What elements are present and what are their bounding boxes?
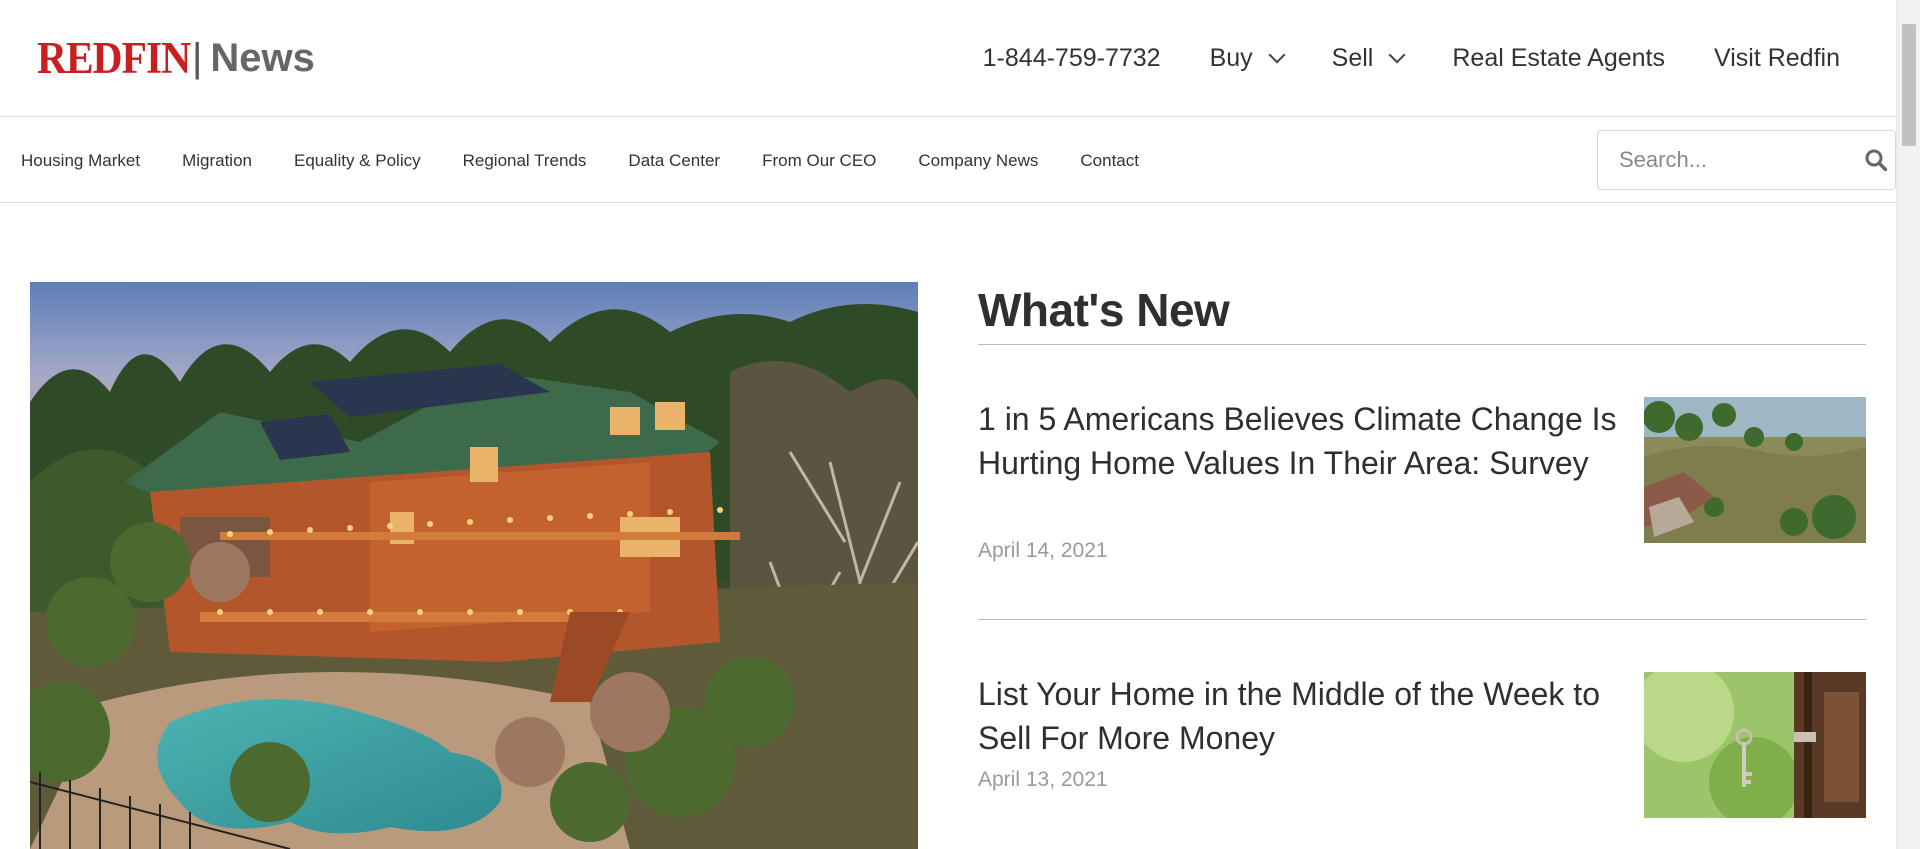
article-date: April 14, 2021 xyxy=(978,539,1108,562)
section-title: What's New xyxy=(978,284,1230,336)
house-with-pool-image xyxy=(30,282,918,849)
logo-section: News xyxy=(210,36,315,80)
article-title[interactable]: List Your Home in the Middle of the Week… xyxy=(978,672,1618,760)
site-header: REDFIN | News 1-844-759-7732 Buy Sell Re… xyxy=(0,0,1896,117)
section-divider xyxy=(978,344,1866,345)
search-icon[interactable] xyxy=(1865,149,1887,171)
whats-new-section: What's New xyxy=(978,280,1866,345)
category-data-center[interactable]: Data Center xyxy=(628,151,720,171)
phone-link[interactable]: 1-844-759-7732 xyxy=(983,44,1161,73)
article-thumbnail[interactable] xyxy=(1644,672,1866,818)
page-scrollbar[interactable] xyxy=(1896,0,1920,849)
flooded-neighborhood-image xyxy=(1644,397,1866,543)
hero-image[interactable] xyxy=(30,282,918,849)
category-links: Housing Market Migration Equality & Poli… xyxy=(21,118,1181,203)
nav-sell[interactable]: Sell xyxy=(1331,43,1406,73)
logo-divider: | xyxy=(192,36,203,80)
nav-visit-redfin[interactable]: Visit Redfin xyxy=(1714,44,1840,73)
chevron-down-icon xyxy=(1268,46,1286,64)
article-title[interactable]: 1 in 5 Americans Believes Climate Change… xyxy=(978,397,1618,485)
chevron-down-icon xyxy=(1388,46,1406,64)
category-migration[interactable]: Migration xyxy=(182,151,252,171)
nav-buy[interactable]: Buy xyxy=(1209,43,1286,73)
nav-sell-label: Sell xyxy=(1331,43,1374,72)
nav-real-estate-agents[interactable]: Real Estate Agents xyxy=(1452,44,1665,73)
main-nav: 1-844-759-7732 Buy Sell Real Estate Agen… xyxy=(983,38,1840,78)
redfin-news-logo[interactable]: REDFIN | News xyxy=(37,32,315,83)
category-from-our-ceo[interactable]: From Our CEO xyxy=(762,151,876,171)
key-in-door-image xyxy=(1644,672,1866,818)
article-date: April 13, 2021 xyxy=(978,768,1108,791)
article-divider xyxy=(978,619,1866,620)
nav-buy-label: Buy xyxy=(1209,43,1253,72)
category-contact[interactable]: Contact xyxy=(1080,151,1139,171)
logo-brand: REDFIN xyxy=(37,32,191,83)
scrollbar-thumb[interactable] xyxy=(1902,24,1916,146)
category-equality-policy[interactable]: Equality & Policy xyxy=(294,151,421,171)
category-regional-trends[interactable]: Regional Trends xyxy=(463,151,587,171)
category-nav: Housing Market Migration Equality & Poli… xyxy=(0,118,1896,203)
article-item: 1 in 5 Americans Believes Climate Change… xyxy=(978,397,1866,620)
article-thumbnail[interactable] xyxy=(1644,397,1866,543)
category-company-news[interactable]: Company News xyxy=(918,151,1038,171)
category-housing-market[interactable]: Housing Market xyxy=(21,151,140,171)
search-box xyxy=(1597,130,1896,190)
search-input[interactable] xyxy=(1598,131,1895,189)
article-item: List Your Home in the Middle of the Week… xyxy=(978,672,1866,849)
